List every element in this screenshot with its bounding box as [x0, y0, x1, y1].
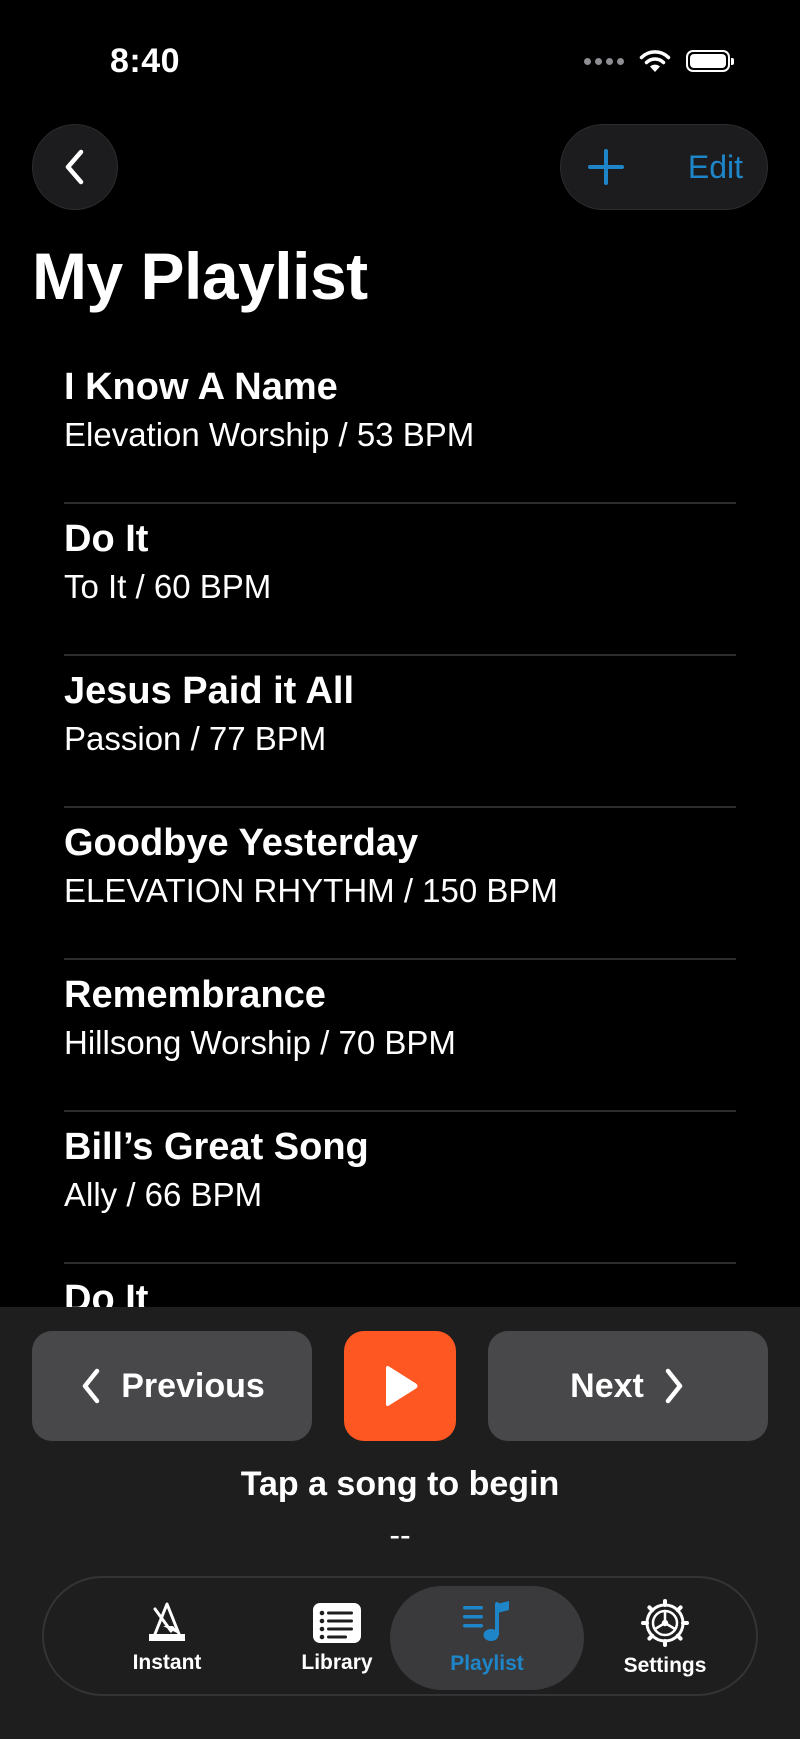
gear-icon: [641, 1599, 689, 1647]
chevron-left-icon: [65, 149, 84, 185]
wifi-icon: [639, 50, 671, 72]
plus-icon: [588, 149, 624, 185]
song-row[interactable]: Jesus Paid it All Passion / 77 BPM: [64, 656, 736, 808]
back-button[interactable]: [32, 124, 118, 210]
tab-label: Settings: [623, 1654, 707, 1677]
tab-label: Library: [301, 1651, 373, 1674]
song-title: Goodbye Yesterday: [64, 822, 419, 864]
song-row[interactable]: Do It To It / 60 BPM: [64, 504, 736, 656]
battery-icon: [686, 50, 734, 72]
add-song-button[interactable]: [561, 125, 651, 209]
now-playing-status: Tap a song to begin: [240, 1465, 560, 1503]
play-icon: [386, 1366, 418, 1406]
song-title: Do It: [64, 1278, 149, 1307]
song-meta: ELEVATION RHYTHM / 150 BPM: [64, 872, 558, 909]
status-icons: [584, 48, 734, 74]
play-button[interactable]: [344, 1331, 456, 1441]
chevron-right-icon: [665, 1368, 683, 1404]
status-time: 8:40: [110, 42, 181, 80]
song-row[interactable]: Do It: [64, 1264, 736, 1307]
song-title: I Know A Name: [64, 366, 338, 408]
next-button[interactable]: Next: [488, 1331, 768, 1441]
tab-settings[interactable]: Settings: [590, 1586, 740, 1690]
song-title: Jesus Paid it All: [64, 670, 355, 712]
song-list[interactable]: I Know A Name Elevation Worship / 53 BPM…: [0, 352, 800, 1307]
song-meta: Hillsong Worship / 70 BPM: [64, 1024, 456, 1061]
list-icon: [313, 1603, 361, 1643]
previous-button[interactable]: Previous: [32, 1331, 312, 1441]
song-title: Do It: [64, 518, 149, 560]
page-title: My Playlist: [32, 239, 368, 313]
previous-label: Previous: [121, 1366, 265, 1405]
song-meta: Elevation Worship / 53 BPM: [64, 416, 475, 453]
song-meta: Ally / 66 BPM: [64, 1176, 263, 1213]
tab-label: Playlist: [450, 1652, 524, 1675]
header-actions: Edit: [560, 124, 768, 210]
bpm-readout: --: [389, 1517, 411, 1553]
tab-playlist[interactable]: Playlist: [390, 1586, 584, 1690]
tab-label: Instant: [132, 1651, 202, 1674]
song-meta: Passion / 77 BPM: [64, 720, 327, 757]
song-row[interactable]: I Know A Name Elevation Worship / 53 BPM: [64, 352, 736, 504]
chevron-left-icon: [82, 1368, 100, 1404]
metronome-icon: [149, 1602, 185, 1641]
edit-button[interactable]: Edit: [651, 149, 767, 186]
song-meta: To It / 60 BPM: [64, 568, 272, 605]
music-list-icon: [463, 1601, 509, 1641]
song-title: Remembrance: [64, 974, 326, 1016]
tab-instant[interactable]: Instant: [92, 1586, 242, 1690]
song-title: Bill’s Great Song: [64, 1126, 369, 1168]
tab-bar: Instant Library Playlist Settings: [42, 1576, 758, 1696]
song-row[interactable]: Remembrance Hillsong Worship / 70 BPM: [64, 960, 736, 1112]
signal-icon: [584, 57, 624, 65]
song-row[interactable]: Bill’s Great Song Ally / 66 BPM: [64, 1112, 736, 1264]
next-label: Next: [570, 1366, 644, 1405]
song-row[interactable]: Goodbye Yesterday ELEVATION RHYTHM / 150…: [64, 808, 736, 960]
